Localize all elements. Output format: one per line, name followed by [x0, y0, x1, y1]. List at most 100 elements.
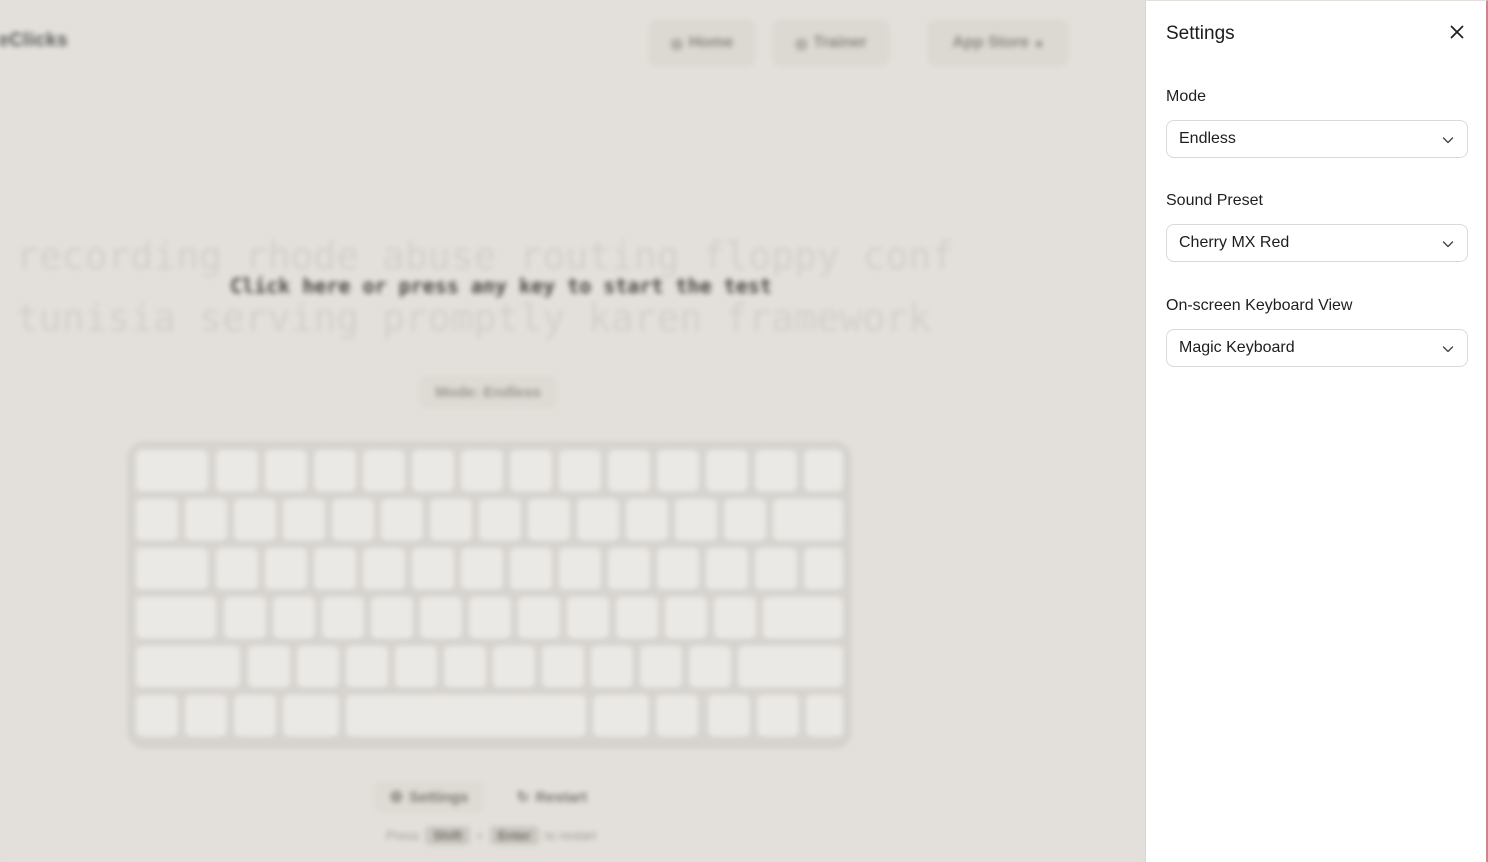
hint-suffix: to restart: [544, 828, 597, 843]
keyboard-key: [804, 450, 843, 492]
sound-preset-label: Sound Preset: [1166, 192, 1263, 209]
keyboard-key: [773, 499, 843, 541]
keyboard-key: [755, 450, 797, 492]
keyboard-key: [314, 450, 356, 492]
keyboard-key: [593, 695, 649, 737]
keyboard-key: [395, 646, 437, 688]
keyboard-key: [371, 597, 413, 639]
keyboard-key: [608, 450, 650, 492]
keyboard-key: [234, 499, 276, 541]
keyboard-key: [363, 450, 405, 492]
keyboard-key: [665, 597, 707, 639]
keyboard-key: [265, 450, 307, 492]
keyboard-key: [804, 548, 843, 590]
keyboard-key: [248, 646, 290, 688]
keyboard-key: [469, 597, 511, 639]
keyboard-key: [656, 695, 698, 737]
settings-button-label: Settings: [409, 788, 469, 806]
keyboard-key: [493, 646, 535, 688]
keyboard-key: [608, 548, 650, 590]
keyboard-key: [273, 597, 315, 639]
keyboard-key: [706, 450, 748, 492]
keyboard-key: [640, 646, 682, 688]
mode-select[interactable]: Endless: [1166, 120, 1468, 158]
keyboard-key: [283, 499, 325, 541]
keyboard-key: [461, 548, 503, 590]
keyboard-key: [591, 646, 633, 688]
keyboard-key: [559, 450, 601, 492]
keyboard-key: [626, 499, 668, 541]
keyboard-key: [806, 695, 843, 737]
keyboard-key: [332, 499, 374, 541]
keyboard-key: [420, 597, 462, 639]
chevron-down-icon: [1442, 346, 1454, 353]
keyboard-key: [708, 695, 750, 737]
trainer-icon: ◎: [795, 34, 808, 51]
keyboard-key: [224, 597, 266, 639]
nav-app-store-label: App Store: [952, 34, 1029, 51]
keyboard-key: [314, 548, 356, 590]
hint-joiner: +: [476, 828, 484, 843]
keyboard-key: [136, 548, 208, 590]
keyboard-view-label: On-screen Keyboard View: [1166, 297, 1353, 314]
keyboard-key: [136, 695, 178, 737]
chevron-down-icon: [1442, 241, 1454, 248]
keyboard-key: [657, 450, 699, 492]
keyboard-key: [763, 597, 843, 639]
keyboard-key: [185, 695, 227, 737]
nav-home-label: Home: [688, 34, 734, 51]
hint-key-enter: Enter: [489, 826, 539, 845]
keyboard-key: [657, 548, 699, 590]
keyboard-key: [136, 499, 178, 541]
settings-button[interactable]: ⚙ Settings: [374, 781, 484, 813]
keyboard-key: [528, 499, 570, 541]
restart-hint: Press Shift + Enter to restart: [386, 826, 596, 845]
close-icon: [1450, 25, 1464, 39]
keyboard-key: [185, 499, 227, 541]
keyboard-view-select-value: Magic Keyboard: [1179, 339, 1295, 356]
keyboard-key: [412, 548, 454, 590]
keyboard-key: [738, 646, 843, 688]
gear-icon: ⚙: [389, 789, 404, 806]
mode-indicator: Mode: Endless: [418, 375, 558, 409]
keyboard-key: [479, 499, 521, 541]
keyboard-key: [346, 646, 388, 688]
nav-home[interactable]: ◎ Home: [648, 19, 756, 67]
keyboard-key: [567, 597, 609, 639]
keyboard-key: [510, 548, 552, 590]
restart-button-label: Restart: [535, 788, 588, 806]
mode-label: Mode: [1166, 88, 1207, 105]
keyboard-key: [577, 499, 619, 541]
mode-select-value: Endless: [1179, 130, 1236, 147]
restart-button[interactable]: ↻ Restart: [500, 781, 604, 813]
keyboard-key: [216, 450, 258, 492]
keyboard-key: [381, 499, 423, 541]
home-icon: ◎: [670, 34, 683, 51]
chevron-down-icon: [1442, 137, 1454, 144]
sound-preset-select[interactable]: Cherry MX Red: [1166, 224, 1468, 262]
nav-trainer[interactable]: ◎ Trainer: [772, 19, 890, 67]
start-prompt[interactable]: Click here or press any key to start the…: [230, 274, 772, 298]
hint-key-shift: Shift: [425, 826, 471, 845]
keyboard-key: [755, 548, 797, 590]
keyboard-key: [714, 597, 756, 639]
typing-text-line-2: tunisia serving promptly karen framework: [16, 296, 932, 340]
keyboard-key: [461, 450, 503, 492]
typing-text-line-1: recording rhode abuse routing floppy con…: [16, 234, 954, 278]
apple-icon: ●: [1034, 35, 1044, 51]
keyboard-key: [510, 450, 552, 492]
restart-icon: ↻: [516, 789, 530, 806]
nav-app-store[interactable]: App Store ●: [927, 19, 1069, 67]
keyboard-key: [136, 646, 240, 688]
keyboard-key: [322, 597, 364, 639]
close-button[interactable]: [1444, 19, 1470, 45]
keyboard-key: [216, 548, 258, 590]
keyboard-key: [283, 695, 339, 737]
sound-preset-select-value: Cherry MX Red: [1179, 234, 1290, 251]
keyboard-key: [689, 646, 731, 688]
keyboard-key: [136, 597, 216, 639]
keyboard-key: [559, 548, 601, 590]
keyboard-view-select[interactable]: Magic Keyboard: [1166, 329, 1468, 367]
nav-trainer-label: Trainer: [813, 34, 867, 51]
keyboard-key: [363, 548, 405, 590]
